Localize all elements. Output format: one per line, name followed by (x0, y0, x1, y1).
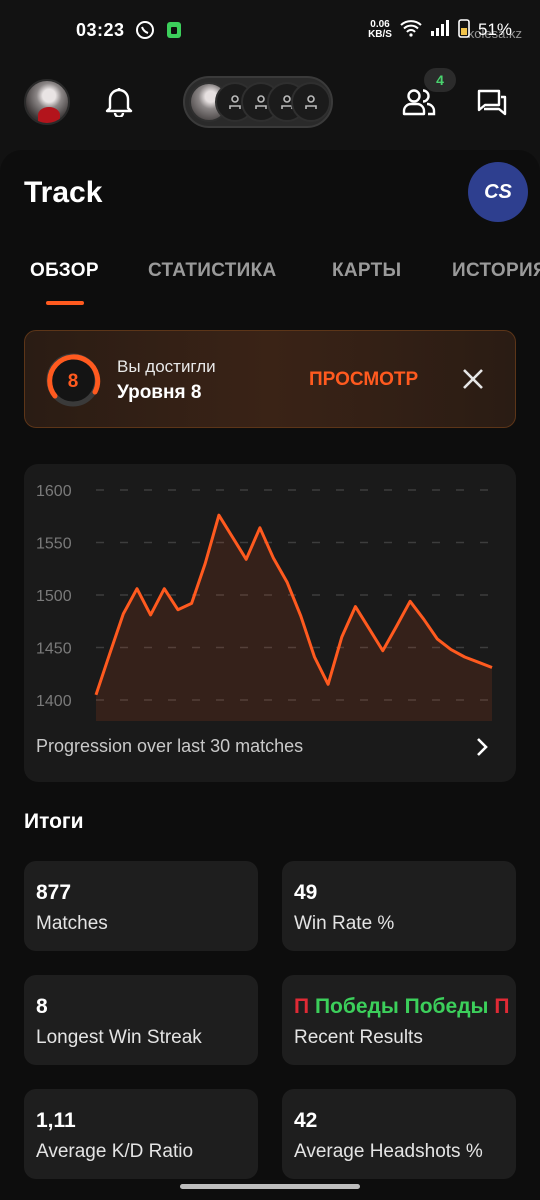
bell-icon[interactable] (104, 85, 134, 122)
tab-overview[interactable]: ОБЗОР (30, 260, 99, 282)
stat-card-kd-ratio[interactable]: 1,11 Average K/D Ratio (24, 1089, 258, 1179)
status-bar: 03:23 0.06 KB/S 51% kolesa.kz (0, 0, 540, 60)
friends-icon[interactable] (402, 86, 436, 123)
summary-title: Итоги (24, 810, 84, 833)
party-slot-empty[interactable] (291, 82, 331, 122)
wifi-icon (400, 19, 422, 42)
y-tick-label: 1450 (36, 641, 72, 658)
watermark: kolesa.kz (467, 26, 522, 41)
stat-label: Average Headshots % (294, 1141, 483, 1162)
stat-value: 877 (36, 881, 72, 904)
banner-line2: Уровня 8 (117, 382, 202, 403)
top-bar: 4 (0, 68, 540, 138)
series-area (96, 515, 492, 721)
signal-icon (430, 19, 450, 41)
stat-value: 49 (294, 881, 318, 904)
stat-card-headshots[interactable]: 42 Average Headshots % (282, 1089, 516, 1179)
stat-value: 1,11 (36, 1109, 76, 1132)
close-icon[interactable] (461, 367, 485, 396)
chart-caption: Progression over last 30 matches (36, 736, 304, 756)
stat-label: Average K/D Ratio (36, 1141, 194, 1162)
stat-label: Recent Results (294, 1027, 423, 1048)
result-loss: П (494, 995, 510, 1018)
gesture-nav-bar[interactable] (180, 1184, 360, 1189)
y-tick-label: 1600 (36, 483, 72, 500)
result-loss: П (294, 995, 310, 1018)
active-tab-indicator (46, 301, 84, 305)
user-avatar[interactable] (24, 79, 70, 125)
sim-icon (165, 20, 183, 40)
stat-value: 8 (36, 995, 48, 1018)
tab-statistics[interactable]: СТАТИСТИКА (148, 260, 277, 282)
stat-card-recent-results[interactable]: П Победы Победы П Recent Results (282, 975, 516, 1065)
party-slots[interactable] (183, 76, 333, 128)
recent-results-row: П Победы Победы П (294, 995, 509, 1019)
game-logo[interactable]: CS (468, 162, 528, 222)
page-title: Track (24, 176, 103, 209)
level-ring: 8 (43, 350, 103, 415)
view-button[interactable]: ПРОСМОТР (309, 369, 418, 391)
progression-chart: 1600 1550 1500 1450 1400 (36, 483, 493, 721)
stat-card-matches[interactable]: 877 Matches (24, 861, 258, 951)
result-win: Победы (314, 995, 399, 1018)
stat-value: 42 (294, 1109, 318, 1132)
y-tick-label: 1550 (36, 536, 72, 553)
stat-label: Longest Win Streak (36, 1027, 202, 1048)
main-sheet: Track CS ОБЗОР СТАТИСТИКА КАРТЫ ИСТОРИЯ … (0, 150, 540, 1200)
y-tick-label: 1500 (36, 588, 72, 605)
whatsapp-icon (135, 20, 155, 40)
chat-icon[interactable] (476, 88, 508, 123)
stat-card-win-rate[interactable]: 49 Win Rate % (282, 861, 516, 951)
y-tick-label: 1400 (36, 693, 72, 710)
friends-count-badge: 4 (424, 68, 456, 92)
stat-card-longest-streak[interactable]: 8 Longest Win Streak (24, 975, 258, 1065)
stat-label: Matches (36, 913, 108, 934)
progression-chart-card[interactable]: 1600 1550 1500 1450 1400 Progression over la… (24, 464, 516, 782)
result-win: Победы (404, 995, 489, 1018)
level-banner[interactable]: 8 Вы достигли Уровня 8 ПРОСМОТР (24, 330, 516, 428)
tab-history[interactable]: ИСТОРИЯ (452, 260, 540, 282)
level-number: 8 (68, 371, 79, 392)
net-speed-unit: KB/S (368, 29, 392, 40)
banner-line1: Вы достигли (117, 357, 216, 376)
tab-maps[interactable]: КАРТЫ (332, 260, 401, 282)
status-time: 03:23 (76, 19, 125, 40)
net-speed: 0.06 KB/S (368, 20, 392, 40)
stat-label: Win Rate % (294, 913, 395, 934)
